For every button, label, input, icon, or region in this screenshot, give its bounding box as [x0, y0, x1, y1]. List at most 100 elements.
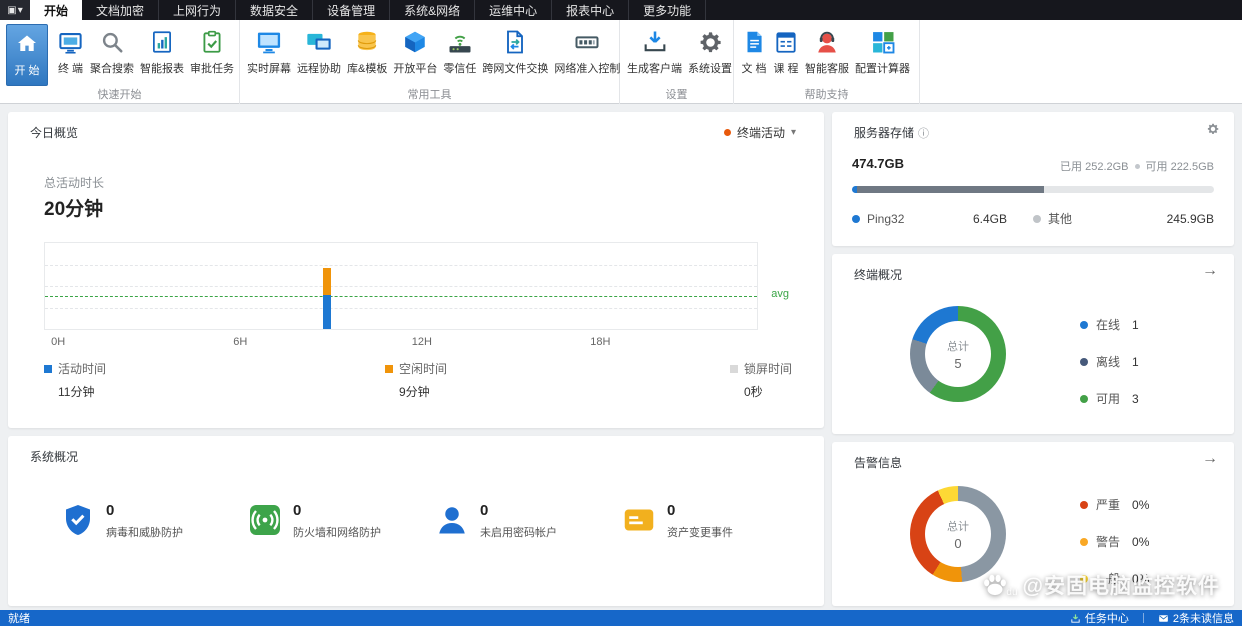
storage-free-label: 可用 222.5GB [1145, 161, 1214, 173]
ribbon-item-label: 文 档 [741, 63, 767, 75]
legend-idle-time: 空闲时间 9分钟 [385, 360, 447, 400]
menu-tab-system-network[interactable]: 系统&网络 [390, 0, 476, 20]
app-menu-button[interactable]: ▣ ▾ [0, 0, 30, 20]
card-title: 终端概况 [854, 268, 903, 282]
ribbon-item-open-platform[interactable]: 开放平台 [390, 23, 440, 76]
system-item-no-password-accounts[interactable]: 0 未启用密码帐户 [434, 502, 621, 540]
system-item-label: 资产变更事件 [667, 527, 733, 539]
storage-used-free: 已用 252.2GB 可用 222.5GB [1060, 158, 1214, 174]
settings-gear-icon [697, 25, 724, 59]
approval-icon [199, 25, 225, 59]
today-overview-card: 今日概览 终端活动 ▾ 总活动时长 20分钟 avg 0H 6H 12H 18H… [8, 112, 824, 428]
ribbon-item-remote-assist[interactable]: 远程协助 [294, 23, 344, 76]
menu-tab-start[interactable]: 开始 [30, 0, 83, 20]
ribbon-item-label: 生成客户端 [627, 63, 682, 75]
system-items: 0 病毒和威胁防护 0 防火墙和网络防护 0 未启用密码帐户 0 资产变更事件 [60, 502, 808, 540]
menu-tab-data-security[interactable]: 数据安全 [236, 0, 314, 20]
terminal-overview-card: 终端概况 → 总计 5 在线 1 离线 1 可用 3 [832, 254, 1234, 434]
menu-tab-ops-center[interactable]: 运维中心 [475, 0, 553, 20]
config-calculator-icon [869, 25, 897, 59]
legend-warning: 警告 0% [1080, 533, 1149, 550]
file-exchange-icon [501, 25, 529, 59]
menu-tab-web-behavior[interactable]: 上网行为 [159, 0, 237, 20]
ribbon-item-label: 开放平台 [393, 63, 438, 75]
ribbon-group-label: 快速开始 [97, 89, 142, 101]
task-center-label: 任务中心 [1084, 613, 1129, 625]
system-item-label: 病毒和威胁防护 [106, 527, 183, 539]
idle-time-bar [322, 268, 331, 295]
database-icon [354, 25, 380, 59]
legend-label: 其他 [1048, 212, 1073, 226]
donut-center-label: 总计 [947, 340, 969, 353]
alert-info-card: 告警信息 → 总计 0 严重 0% 警告 0% 一般 0% [832, 442, 1234, 606]
menu-tab-label: 上网行为 [173, 3, 222, 18]
ribbon-item-terminal[interactable]: 终 端 [54, 23, 87, 76]
arrow-right-icon[interactable]: → [1202, 262, 1218, 280]
ribbon-item-approval-tasks[interactable]: 审批任务 [187, 23, 237, 76]
ribbon-item-config-calculator[interactable]: 配置计算器 [852, 23, 913, 76]
ribbon-item-smart-report[interactable]: 智能报表 [137, 23, 187, 76]
storage-settings-button[interactable] [1206, 122, 1220, 141]
ribbon-item-system-settings[interactable]: 系统设置 [685, 23, 735, 76]
ribbon-group-settings: 生成客户端 系统设置 设置 [620, 20, 734, 104]
envelope-icon [1159, 614, 1168, 622]
ribbon-group-quick-start: 开 始 终 端 聚合搜索 智能报表 审批任务 快速开始 [0, 20, 240, 104]
menu-tab-doc-encryption[interactable]: 文档加密 [82, 0, 160, 20]
system-item-firewall-protection[interactable]: 0 防火墙和网络防护 [247, 502, 434, 540]
ribbon-group-common-tools: 实时屏幕 远程协助 库&模板 开放平台 零信任 跨网文件交换 网络准入控制 常用… [240, 20, 620, 104]
gridline [45, 307, 757, 309]
ribbon-item-search[interactable]: 聚合搜索 [87, 23, 137, 76]
legend-label: 可用 [1096, 392, 1121, 406]
window-icon: ▣ [7, 4, 17, 16]
legend-value: 11分钟 [58, 385, 95, 399]
ribbon-item-label: 智能报表 [140, 63, 184, 75]
legend-label: 空闲时间 [399, 362, 448, 376]
legend-value: 0秒 [744, 385, 763, 399]
x-axis-labels: 0H 6H 12H 18H [44, 336, 758, 350]
zero-trust-icon [446, 25, 474, 59]
card-title: 今日概览 [30, 126, 79, 140]
open-platform-icon [402, 25, 428, 59]
ribbon-item-docs[interactable]: 文 档 [738, 23, 770, 76]
task-center-button[interactable]: 任务中心 [1070, 610, 1129, 626]
legend-dot [1080, 574, 1088, 583]
ribbon-item-generate-client[interactable]: 生成客户端 [624, 23, 685, 76]
ribbon-item-template-library[interactable]: 库&模板 [344, 23, 390, 76]
legend-value: 1 [1132, 354, 1139, 369]
ribbon-item-zero-trust[interactable]: 零信任 [440, 23, 479, 76]
gear-icon [1207, 123, 1219, 135]
menu-tab-device-management[interactable]: 设备管理 [313, 0, 391, 20]
ribbon-item-label: 跨网文件交换 [482, 63, 549, 75]
menu-tab-report-center[interactable]: 报表中心 [552, 0, 630, 20]
activity-filter-dropdown[interactable]: 终端活动 ▾ [723, 124, 796, 141]
total-activity-label: 总活动时长 [44, 176, 105, 190]
x-tick: 12H [411, 336, 432, 348]
menu-tab-label: 开始 [44, 3, 69, 18]
menu-tab-label: 系统&网络 [404, 3, 461, 18]
legend-value: 0% [1132, 571, 1150, 586]
ribbon-item-smart-support[interactable]: 智能客服 [802, 23, 852, 76]
system-item-virus-protection[interactable]: 0 病毒和威胁防护 [60, 502, 247, 540]
ribbon-item-courses[interactable]: 课 程 [770, 23, 802, 76]
menubar: ▣ ▾ 开始 文档加密 上网行为 数据安全 设备管理 系统&网络 运维中心 报表… [0, 0, 1242, 20]
legend-dot [1080, 500, 1088, 509]
chevron-down-icon: ▾ [17, 4, 23, 16]
ribbon-item-file-exchange[interactable]: 跨网文件交换 [479, 23, 551, 76]
system-item-value: 0 [293, 502, 302, 519]
system-item-asset-change-events[interactable]: 0 资产变更事件 [621, 502, 808, 540]
legend-swatch [385, 364, 393, 373]
system-item-label: 未启用密码帐户 [480, 527, 557, 539]
unread-messages-button[interactable]: 2条未读信息 [1158, 610, 1234, 626]
ribbon-item-network-access-control[interactable]: 网络准入控制 [551, 23, 623, 76]
app-window: ▣ ▾ 开始 文档加密 上网行为 数据安全 设备管理 系统&网络 运维中心 报表… [0, 0, 1242, 626]
menu-tab-more-features[interactable]: 更多功能 [629, 0, 707, 20]
legend-value: 0% [1132, 534, 1150, 549]
legend-offline: 离线 1 [1080, 353, 1139, 370]
network-access-icon [573, 25, 601, 59]
ribbon-item-label: 远程协助 [297, 63, 341, 75]
arrow-right-icon[interactable]: → [1202, 450, 1218, 468]
account-icon [434, 502, 470, 538]
ribbon-item-realtime-screen[interactable]: 实时屏幕 [244, 23, 294, 76]
donut-center-label: 总计 [947, 520, 969, 533]
ribbon-item-home[interactable]: 开 始 [6, 24, 48, 86]
